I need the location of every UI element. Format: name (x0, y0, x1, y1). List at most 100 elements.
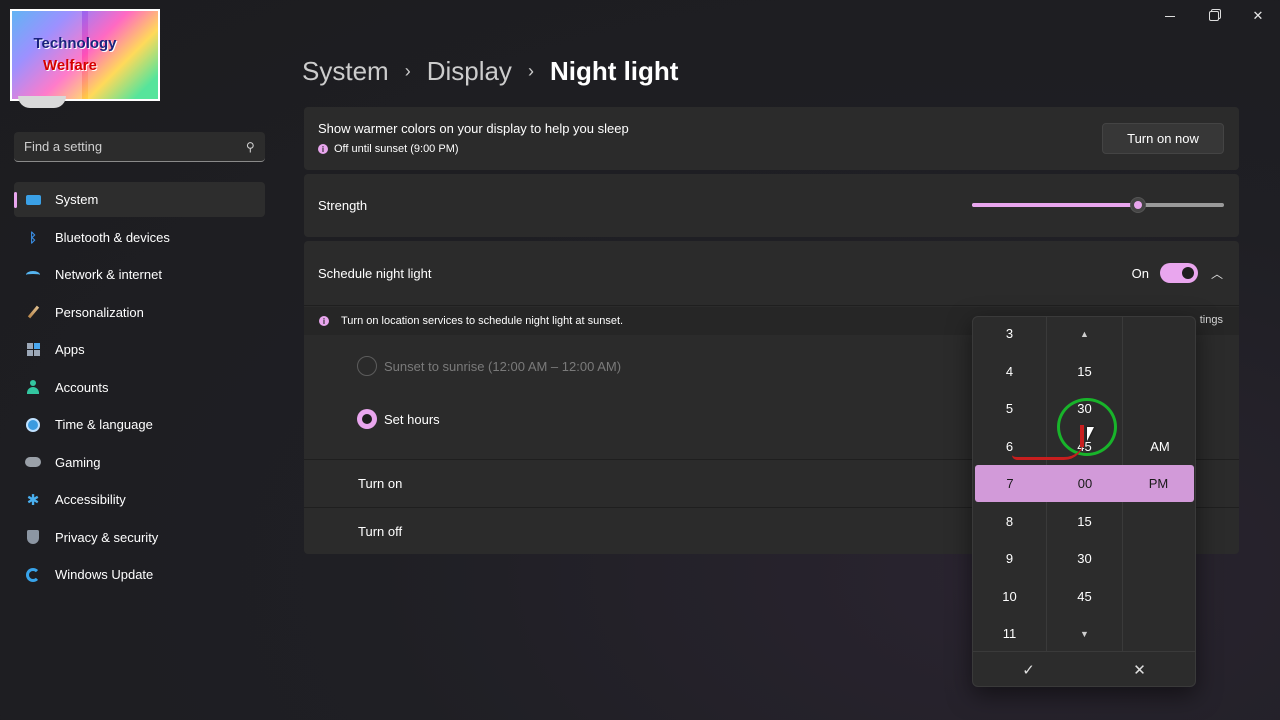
accept-check-icon[interactable]: ✓ (973, 652, 1084, 686)
sidebar-item-system[interactable]: System (14, 182, 265, 217)
mouse-cursor-icon (1087, 427, 1094, 441)
schedule-label: Schedule night light (318, 266, 432, 281)
strength-slider-fill (972, 203, 1139, 207)
scroll-up-arrow-icon[interactable]: ▲ (1047, 317, 1122, 353)
shield-icon (25, 529, 41, 545)
selected-minute[interactable]: 00 (1047, 465, 1123, 502)
minimize-button[interactable] (1148, 0, 1192, 32)
schedule-toggle-state: On (1131, 266, 1149, 281)
dismiss-close-icon[interactable]: ✕ (1084, 652, 1195, 686)
radio-button[interactable] (357, 409, 377, 429)
search-input[interactable]: Find a setting (24, 139, 246, 154)
search-icon: ⚲ (246, 139, 255, 154)
schedule-toggle[interactable] (1160, 263, 1198, 283)
night-light-status-card: Show warmer colors on your display to he… (304, 107, 1239, 170)
strength-label: Strength (318, 198, 368, 213)
sidebar-item-label: Gaming (55, 454, 101, 470)
sidebar-item-personalization[interactable]: Personalization (14, 295, 265, 330)
radio-label: Sunset to sunrise (12:00 AM – 12:00 AM) (384, 358, 622, 374)
night-light-status: i Off until sunset (9:00 PM) (318, 143, 459, 155)
hour-option[interactable]: 9 (973, 540, 1046, 578)
radio-set-hours[interactable]: Set hours (357, 409, 440, 429)
status-text: Off until sunset (9:00 PM) (334, 143, 459, 155)
time-picker-flyout: 3 4 5 6 8 9 10 11 ▲ 15 30 45 15 30 45 ▼ … (972, 316, 1196, 687)
sidebar-item-label: Apps (55, 342, 85, 357)
selected-period[interactable]: PM (1123, 465, 1194, 502)
sidebar-item-label: Accessibility (55, 492, 126, 507)
page-title: Night light (549, 55, 679, 86)
sidebar-item-label: Accounts (55, 379, 109, 395)
sidebar-item-label: Time & language (55, 417, 153, 432)
sidebar-item-apps[interactable]: Apps (14, 332, 265, 367)
minute-option[interactable]: 45 (1047, 578, 1122, 616)
gamepad-icon (25, 454, 41, 470)
minute-option[interactable]: 15 (1047, 503, 1122, 541)
bluetooth-icon: ᛒ (29, 229, 37, 245)
info-icon: i (318, 144, 328, 154)
sidebar-item-label: Privacy & security (55, 529, 159, 545)
breadcrumb-system[interactable]: System (302, 56, 389, 87)
accessibility-icon: ✱ (26, 491, 40, 509)
brush-icon (25, 304, 41, 320)
apps-icon (25, 342, 41, 358)
sidebar-item-time-language[interactable]: Time & language (14, 407, 265, 442)
minute-option[interactable]: 30 (1047, 540, 1122, 578)
window-controls: ✕ (1148, 0, 1280, 32)
radio-label: Set hours (384, 411, 440, 427)
night-light-description: Show warmer colors on your display to he… (318, 121, 629, 136)
sidebar-item-accounts[interactable]: Accounts (14, 370, 265, 405)
update-icon (25, 567, 41, 583)
sidebar-item-accessibility[interactable]: ✱ Accessibility (14, 482, 265, 517)
clock-globe-icon (25, 417, 41, 433)
turn-on-now-button[interactable]: Turn on now (1102, 123, 1224, 154)
time-picker-footer: ✓ ✕ (973, 651, 1195, 686)
sidebar-item-bluetooth[interactable]: ᛒ Bluetooth & devices (14, 220, 265, 255)
selected-hour[interactable]: 7 (975, 465, 1045, 502)
strength-slider-thumb[interactable] (1130, 197, 1147, 213)
radio-sunset-to-sunrise[interactable]: Sunset to sunrise (12:00 AM – 12:00 AM) (357, 356, 621, 376)
strength-card: Strength (304, 174, 1239, 237)
info-icon: i (319, 316, 329, 326)
hour-option[interactable]: 10 (973, 578, 1046, 616)
location-notice-text: Turn on location services to schedule ni… (341, 315, 624, 327)
period-option-am[interactable]: AM (1123, 428, 1195, 466)
avatar[interactable] (18, 96, 66, 108)
annotation-arrow (1012, 440, 1084, 460)
breadcrumb-separator-icon: › (527, 60, 534, 81)
hour-option[interactable]: 4 (973, 353, 1046, 391)
sidebar-item-label: Network & internet (55, 267, 162, 282)
breadcrumb-display[interactable]: Display (427, 56, 512, 87)
time-picker-selection[interactable]: 7 00 PM (975, 465, 1194, 502)
strength-slider[interactable] (972, 197, 1224, 213)
sidebar-item-gaming[interactable]: Gaming (14, 445, 265, 480)
sidebar-item-label: System (55, 192, 99, 207)
maximize-button[interactable] (1192, 0, 1236, 32)
hour-option[interactable]: 8 (973, 503, 1046, 541)
minute-option[interactable]: 15 (1047, 353, 1122, 391)
system-icon (25, 192, 41, 208)
hour-option[interactable]: 3 (973, 317, 1046, 353)
turn-off-time-label: Turn off (358, 524, 403, 539)
accounts-icon (25, 379, 41, 395)
chevron-up-icon[interactable]: ︿ (1211, 265, 1223, 282)
search-box[interactable]: Find a setting ⚲ (14, 132, 265, 162)
turn-on-time-label: Turn on (358, 476, 403, 491)
close-window-button[interactable]: ✕ (1236, 0, 1280, 32)
sidebar-item-label: Bluetooth & devices (55, 229, 170, 245)
divider (304, 305, 1239, 306)
radio-button[interactable] (357, 356, 377, 376)
sidebar-item-network[interactable]: Network & internet (14, 257, 265, 292)
scroll-down-arrow-icon[interactable]: ▼ (1047, 615, 1122, 653)
breadcrumb-separator-icon: › (404, 60, 411, 81)
restore-icon (1209, 11, 1219, 21)
location-settings-link[interactable]: tings (1200, 314, 1223, 326)
channel-logo: Technology Welfare (10, 9, 160, 101)
sidebar-item-label: Personalization (55, 304, 144, 320)
sidebar-nav: System ᛒ Bluetooth & devices Network & i… (14, 182, 265, 595)
annotation-arrow (1080, 425, 1084, 447)
sidebar-item-privacy[interactable]: Privacy & security (14, 520, 265, 555)
logo-text-line1: Technology (33, 35, 117, 52)
hour-option[interactable]: 11 (973, 615, 1046, 653)
sidebar-item-windows-update[interactable]: Windows Update (14, 557, 265, 592)
hour-option[interactable]: 5 (973, 390, 1046, 428)
